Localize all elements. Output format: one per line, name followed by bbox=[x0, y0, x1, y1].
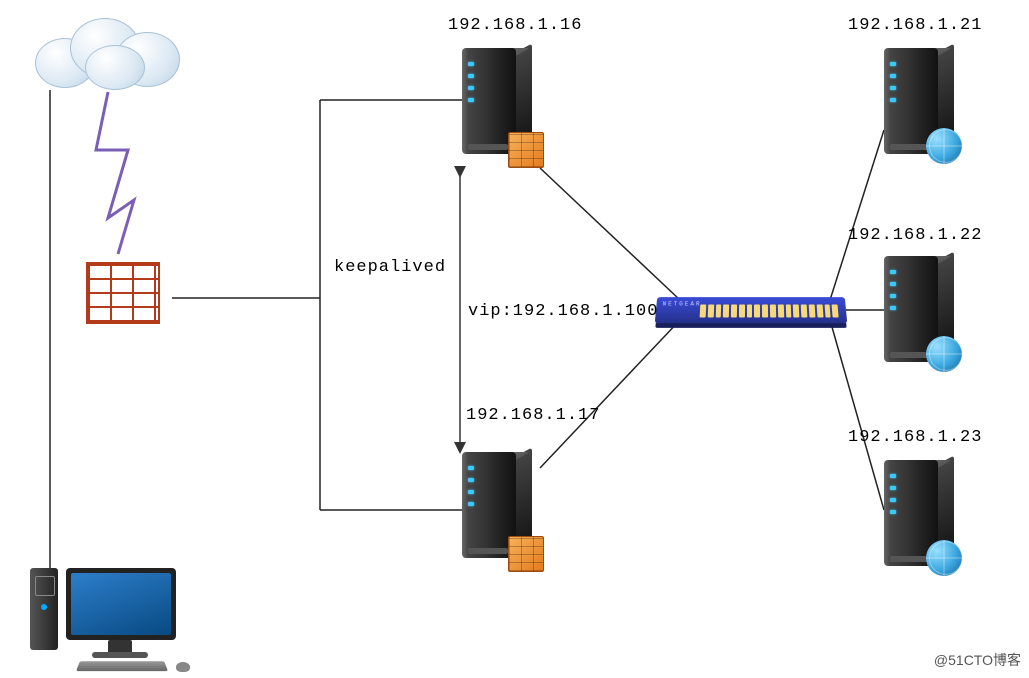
firewall-icon bbox=[86, 262, 160, 324]
pc-tower-icon bbox=[30, 568, 58, 650]
edge-lb1-switch bbox=[540, 168, 680, 300]
edge-switch-web1 bbox=[830, 130, 884, 300]
label-web3-ip: 192.168.1.23 bbox=[848, 428, 982, 447]
firewall-overlay-icon bbox=[508, 132, 544, 168]
mouse-icon bbox=[176, 662, 190, 672]
cloud-icon bbox=[30, 10, 190, 95]
globe-icon bbox=[926, 128, 962, 164]
label-keepalived: keepalived bbox=[334, 258, 446, 277]
globe-icon bbox=[926, 540, 962, 576]
label-lb1-ip: 192.168.1.16 bbox=[448, 16, 582, 35]
label-lb2-ip: 192.168.1.17 bbox=[466, 406, 600, 425]
label-vip: vip:192.168.1.100 bbox=[468, 302, 658, 321]
label-web2-ip: 192.168.1.22 bbox=[848, 226, 982, 245]
monitor-icon bbox=[66, 568, 176, 640]
edge-lb2-switch bbox=[540, 320, 680, 468]
edge-cloud-firewall bbox=[96, 92, 134, 254]
watermark: @51CTO博客 bbox=[934, 650, 1021, 670]
firewall-overlay-icon bbox=[508, 536, 544, 572]
keyboard-icon bbox=[76, 661, 168, 671]
label-web1-ip: 192.168.1.21 bbox=[848, 16, 982, 35]
edge-switch-web3 bbox=[830, 320, 884, 510]
switch-icon: NETGEAR bbox=[655, 297, 848, 323]
network-diagram: NETGEAR 192.168.1.16 192.168.1.17 keepal… bbox=[0, 0, 1029, 678]
globe-icon bbox=[926, 336, 962, 372]
